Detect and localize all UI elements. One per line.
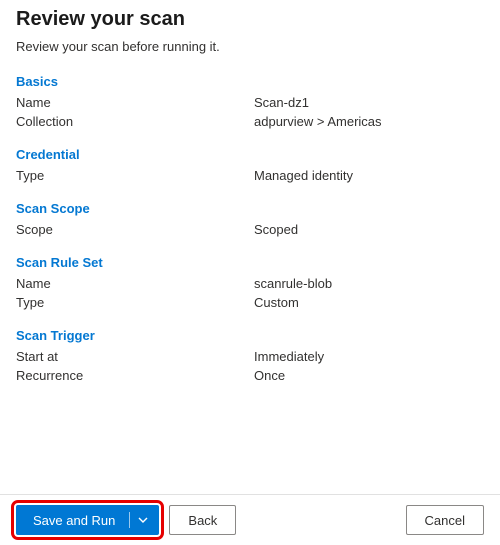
label-trigger-start: Start at — [16, 349, 254, 364]
section-heading-ruleset: Scan Rule Set — [16, 255, 484, 270]
save-and-run-dropdown[interactable] — [130, 506, 158, 534]
chevron-down-icon — [138, 517, 148, 523]
back-button[interactable]: Back — [169, 505, 236, 535]
row-trigger-recurrence: Recurrence Once — [16, 368, 484, 383]
label-trigger-recurrence: Recurrence — [16, 368, 254, 383]
row-scope: Scope Scoped — [16, 222, 484, 237]
value-trigger-start: Immediately — [254, 349, 324, 364]
label-credential-type: Type — [16, 168, 254, 183]
section-heading-trigger: Scan Trigger — [16, 328, 484, 343]
row-ruleset-name: Name scanrule-blob — [16, 276, 484, 291]
value-trigger-recurrence: Once — [254, 368, 285, 383]
page-subtitle: Review your scan before running it. — [16, 39, 484, 54]
value-basics-collection: adpurview > Americas — [254, 114, 382, 129]
value-credential-type: Managed identity — [254, 168, 353, 183]
row-ruleset-type: Type Custom — [16, 295, 484, 310]
row-credential-type: Type Managed identity — [16, 168, 484, 183]
section-heading-basics: Basics — [16, 74, 484, 89]
cancel-button[interactable]: Cancel — [406, 505, 484, 535]
save-and-run-split-button[interactable]: Save and Run — [16, 505, 159, 535]
row-basics-name: Name Scan-dz1 — [16, 95, 484, 110]
label-basics-name: Name — [16, 95, 254, 110]
section-heading-scope: Scan Scope — [16, 201, 484, 216]
value-ruleset-type: Custom — [254, 295, 299, 310]
save-and-run-button[interactable]: Save and Run — [17, 506, 129, 534]
label-basics-collection: Collection — [16, 114, 254, 129]
row-basics-collection: Collection adpurview > Americas — [16, 114, 484, 129]
footer-bar: Save and Run Back Cancel — [0, 494, 500, 545]
section-heading-credential: Credential — [16, 147, 484, 162]
value-basics-name: Scan-dz1 — [254, 95, 309, 110]
label-scope: Scope — [16, 222, 254, 237]
page-title: Review your scan — [16, 8, 484, 31]
value-scope: Scoped — [254, 222, 298, 237]
row-trigger-start: Start at Immediately — [16, 349, 484, 364]
label-ruleset-type: Type — [16, 295, 254, 310]
label-ruleset-name: Name — [16, 276, 254, 291]
value-ruleset-name: scanrule-blob — [254, 276, 332, 291]
